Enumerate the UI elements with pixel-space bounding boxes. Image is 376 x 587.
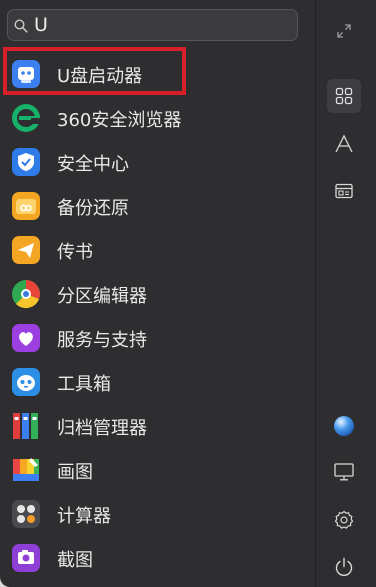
service-support-icon <box>11 323 41 353</box>
360-browser-icon <box>11 103 41 133</box>
globe-icon <box>333 415 355 437</box>
result-calculator[interactable]: 计算器 <box>0 492 315 536</box>
category-view-button[interactable] <box>327 174 361 208</box>
result-label: 截图 <box>57 550 93 571</box>
settings-icon <box>334 510 354 530</box>
grid-view-icon <box>335 87 353 105</box>
search-input[interactable] <box>34 12 289 38</box>
sidebar <box>316 0 376 587</box>
result-label: 工具箱 <box>57 374 111 395</box>
usb-launcher-icon <box>11 59 41 89</box>
result-partition-editor[interactable]: 分区编辑器 <box>0 272 315 316</box>
expand-button[interactable] <box>327 14 361 48</box>
security-center-icon <box>11 147 41 177</box>
result-label: 分区编辑器 <box>57 286 147 307</box>
result-screenshot[interactable]: 截图 <box>0 536 315 580</box>
result-usb-launcher[interactable]: U盘启动器 <box>0 52 315 96</box>
app-results-panel: U盘启动器 360安全浏览器 安全中心 备份还原 <box>0 0 315 587</box>
partition-editor-icon <box>11 279 41 309</box>
result-label: 计算器 <box>57 506 111 527</box>
result-label: 传书 <box>57 242 93 263</box>
grid-view-button[interactable] <box>327 79 361 113</box>
result-send-file[interactable]: 传书 <box>0 228 315 272</box>
paint-icon <box>11 455 41 485</box>
calculator-icon <box>11 499 41 529</box>
result-paint[interactable]: 画图 <box>0 448 315 492</box>
backup-restore-icon <box>11 191 41 221</box>
result-label: 安全中心 <box>57 154 129 175</box>
monitor-icon <box>334 463 354 481</box>
result-label: 360安全浏览器 <box>57 110 182 131</box>
result-archive-manager[interactable]: 归档管理器 <box>0 404 315 448</box>
result-label: 备份还原 <box>57 198 129 219</box>
expand-icon <box>336 23 352 39</box>
globe-button[interactable] <box>327 409 361 443</box>
letter-sort-icon <box>334 134 354 154</box>
result-label: 画图 <box>57 462 93 483</box>
result-toolbox[interactable]: 工具箱 <box>0 360 315 404</box>
search-icon <box>14 18 28 33</box>
result-backup-restore[interactable]: 备份还原 <box>0 184 315 228</box>
letter-sort-button[interactable] <box>327 127 361 161</box>
archive-manager-icon <box>11 411 41 441</box>
search-box[interactable] <box>7 9 298 41</box>
result-label: 服务与支持 <box>57 330 147 351</box>
result-360-browser[interactable]: 360安全浏览器 <box>0 96 315 140</box>
send-file-icon <box>11 235 41 265</box>
category-view-icon <box>335 183 353 199</box>
toolbox-icon <box>11 367 41 397</box>
power-button[interactable] <box>327 550 361 584</box>
result-label: U盘启动器 <box>57 66 143 87</box>
result-label: 归档管理器 <box>57 418 147 439</box>
result-security-center[interactable]: 安全中心 <box>0 140 315 184</box>
results-list: U盘启动器 360安全浏览器 安全中心 备份还原 传书 分区编辑器 服务与支持 … <box>0 52 315 580</box>
start-menu: U盘启动器 360安全浏览器 安全中心 备份还原 <box>0 0 376 587</box>
monitor-button[interactable] <box>327 455 361 489</box>
settings-button[interactable] <box>327 503 361 537</box>
power-icon <box>334 557 354 577</box>
screenshot-icon <box>11 543 41 573</box>
result-service-support[interactable]: 服务与支持 <box>0 316 315 360</box>
